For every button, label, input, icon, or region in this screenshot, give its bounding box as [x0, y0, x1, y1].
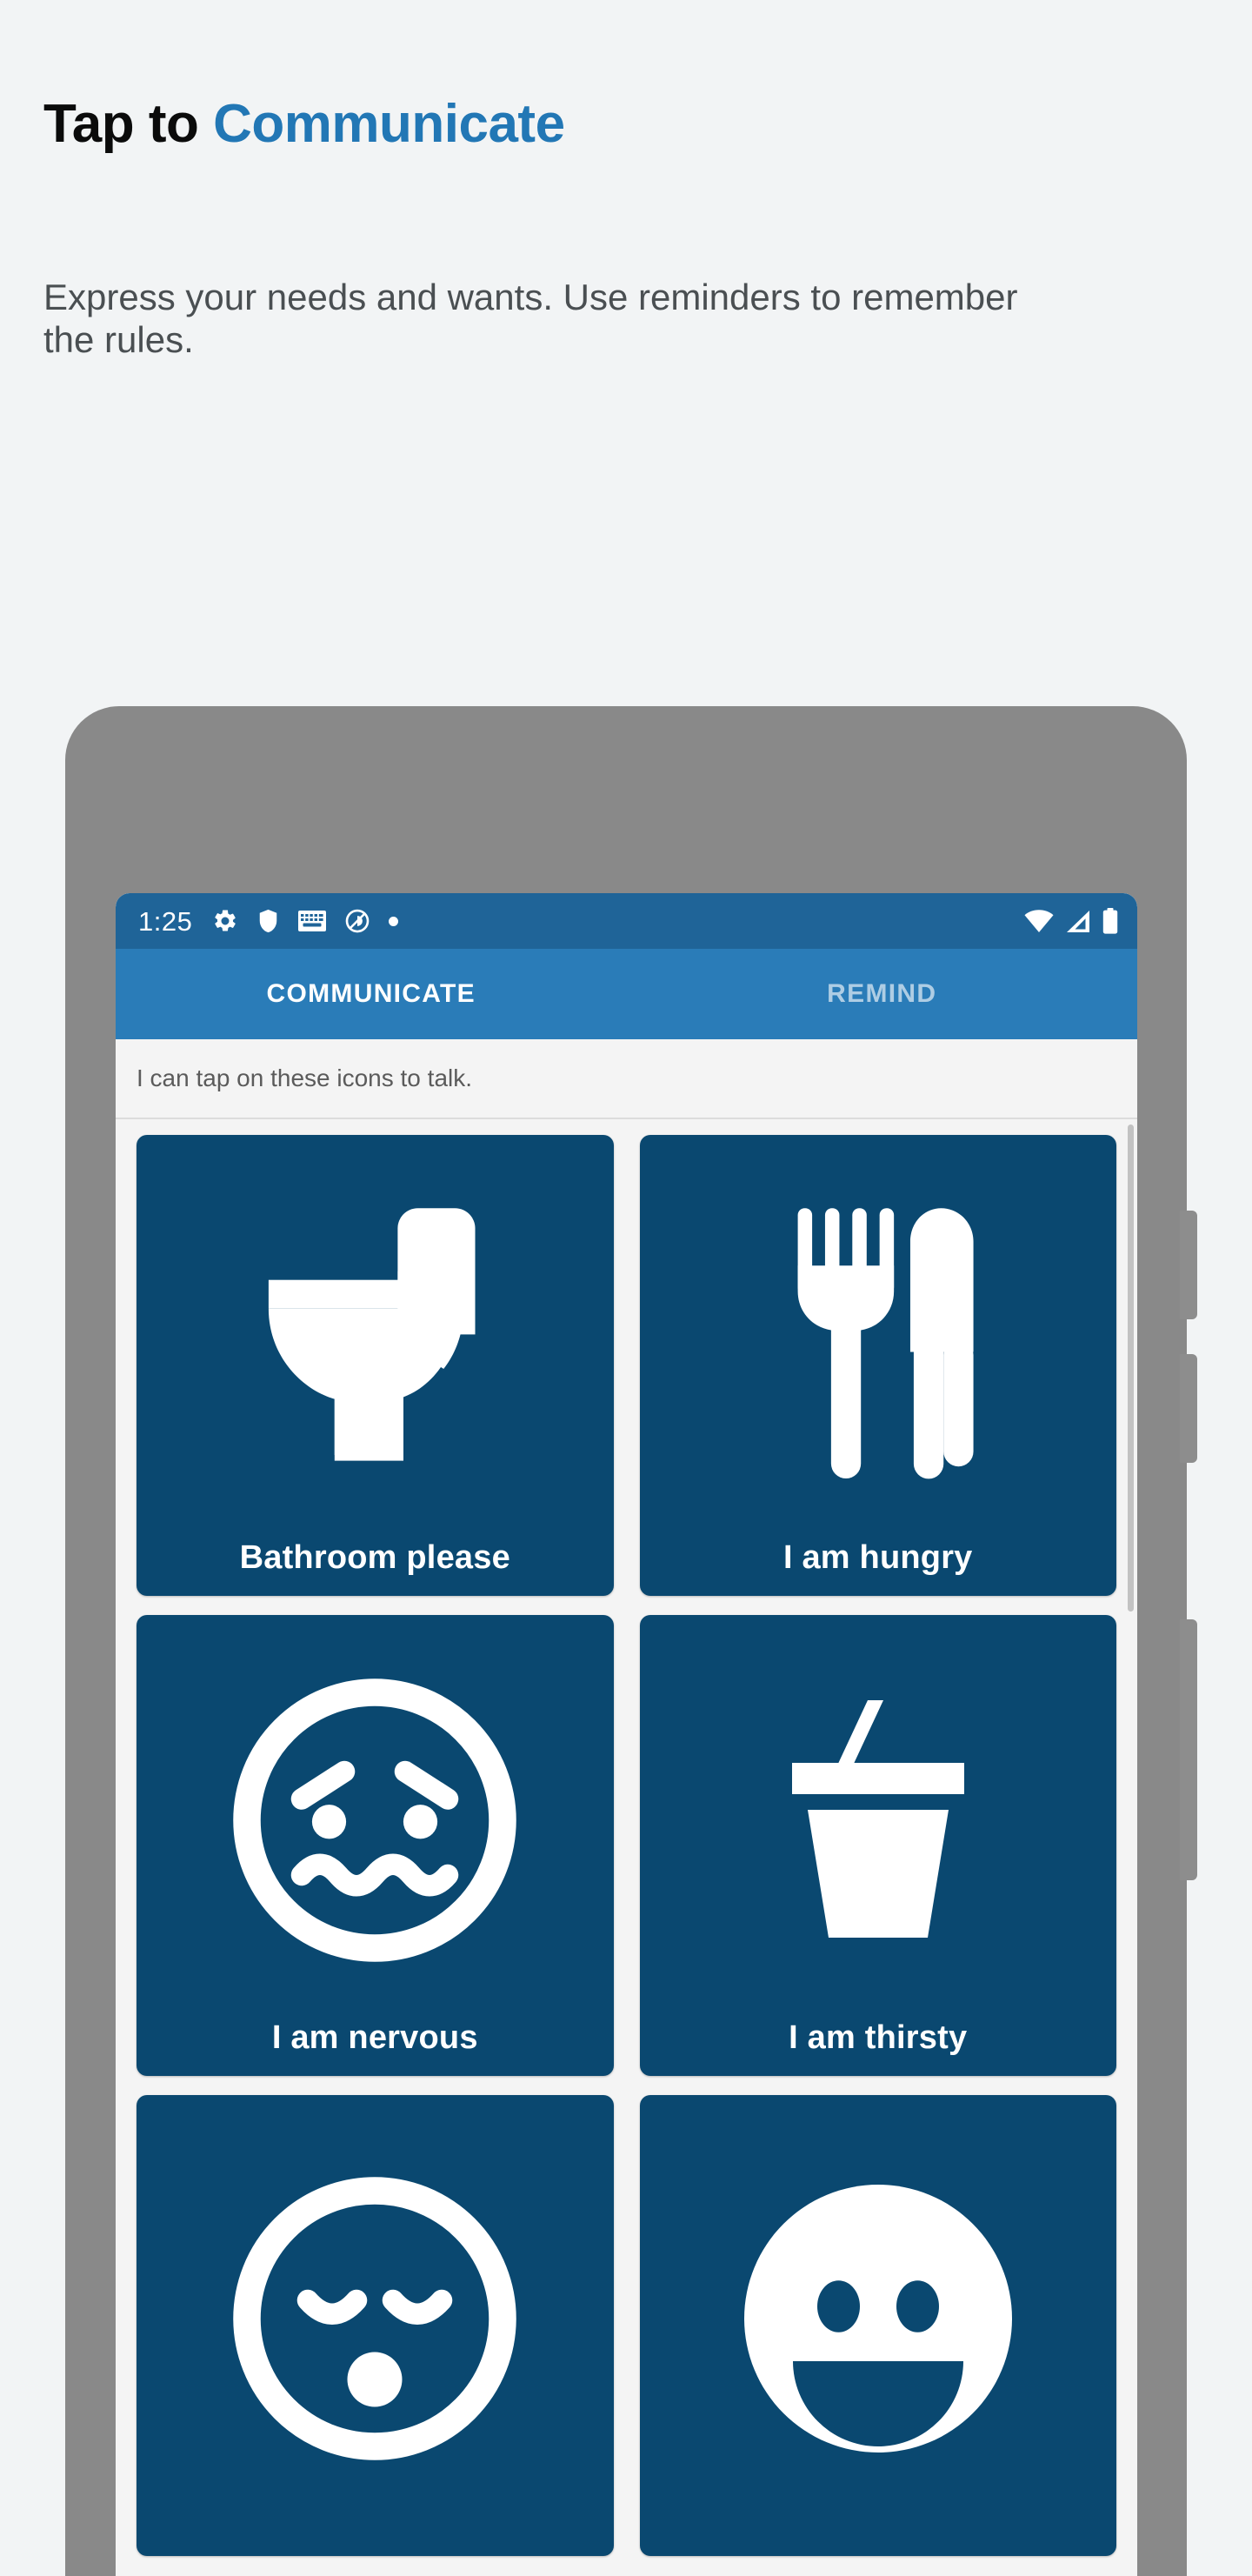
status-bar-clock: 1:25: [138, 905, 193, 937]
keyboard-icon: [298, 911, 327, 931]
toilet-icon: [137, 1135, 614, 1539]
phone-power-button[interactable]: [1180, 1619, 1197, 1880]
wifi-icon: [1024, 909, 1054, 932]
phone-volume-down-button[interactable]: [1180, 1354, 1197, 1463]
card-label: [640, 2537, 1117, 2556]
fork-knife-icon: [640, 1135, 1117, 1539]
card-i-am-hungry[interactable]: I am hungry: [639, 1135, 1117, 1596]
status-bar: 1:25: [116, 893, 1137, 949]
status-bar-right-icons: [1024, 908, 1118, 934]
card-i-am-thirsty[interactable]: I am thirsty: [639, 1615, 1117, 2076]
cellular-signal-icon: [1067, 910, 1089, 932]
vertical-scrollbar[interactable]: [1128, 1124, 1134, 1612]
card-label: I am nervous: [271, 2019, 478, 2056]
card-happy-face[interactable]: [639, 2095, 1117, 2556]
tab-remind[interactable]: REMIND: [627, 979, 1138, 1009]
do-not-disturb-icon: [346, 909, 370, 933]
happy-face-icon: [640, 2095, 1117, 2537]
card-label: Bathroom please: [239, 1539, 510, 1576]
phone-mockup: 1:25 COMMUNICATE REMIND I can tap on the…: [65, 706, 1197, 2576]
card-label: [137, 2537, 614, 2556]
tab-bar: COMMUNICATE REMIND: [116, 949, 1137, 1039]
card-bathroom-please[interactable]: Bathroom please: [137, 1135, 614, 1596]
communicate-grid: Bathroom please I am hungry I am nervous…: [116, 1119, 1137, 2556]
nervous-face-icon: [137, 1615, 614, 2019]
page-title-plain: Tap to: [43, 94, 214, 154]
tab-communicate[interactable]: COMMUNICATE: [116, 979, 627, 1009]
phone-screen: 1:25 COMMUNICATE REMIND I can tap on the…: [116, 893, 1137, 2576]
communicate-grid-container: Bathroom please I am hungry I am nervous…: [116, 1119, 1137, 2576]
shield-icon: [260, 909, 277, 933]
status-bar-left-icons: [212, 908, 399, 934]
sleepy-face-icon: [137, 2095, 614, 2537]
gear-icon: [215, 910, 236, 931]
dot-icon: [389, 916, 399, 926]
page-title: Tap to Communicate: [43, 97, 565, 151]
battery-icon: [1102, 908, 1118, 934]
card-i-am-nervous[interactable]: I am nervous: [137, 1615, 614, 2076]
drink-cup-icon: [640, 1615, 1117, 2019]
page-subtitle: Express your needs and wants. Use remind…: [43, 277, 1018, 360]
phone-volume-up-button[interactable]: [1180, 1211, 1197, 1319]
page-title-accent: Communicate: [213, 94, 565, 154]
card-label: I am hungry: [782, 1539, 973, 1576]
card-label: I am thirsty: [789, 2019, 968, 2056]
hint-text: I can tap on these icons to talk.: [116, 1039, 1137, 1119]
card-sleepy-face[interactable]: [137, 2095, 614, 2556]
